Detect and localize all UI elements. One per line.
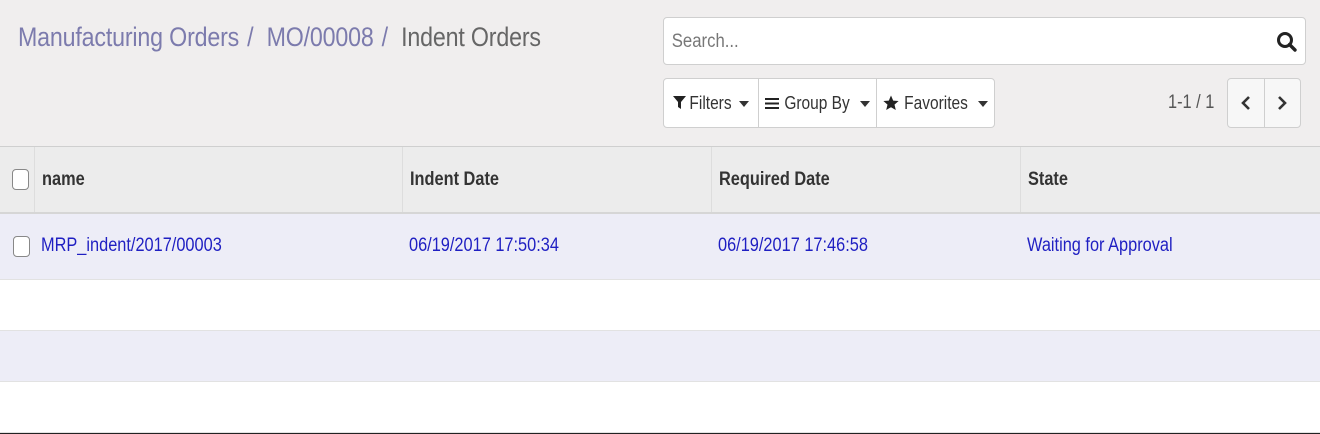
cell-required-date[interactable]: 06/19/2017 17:46:58: [711, 213, 1020, 280]
table-row[interactable]: MRP_indent/2017/00003 06/19/2017 17:50:3…: [0, 213, 1320, 280]
table-header-row: name Indent Date Required Date State: [0, 147, 1320, 214]
row-checkbox[interactable]: [12, 235, 30, 257]
pager-previous-button[interactable]: [1228, 79, 1265, 127]
chevron-down-icon: [739, 101, 749, 107]
column-header-required-date[interactable]: Required Date: [711, 147, 1021, 214]
breadcrumb-mo-record[interactable]: MO/00008: [267, 22, 374, 52]
chevron-down-icon: [859, 101, 870, 107]
filters-button[interactable]: Filters: [664, 79, 759, 127]
empty-table-row: [0, 279, 1320, 331]
breadcrumb-manufacturing-orders[interactable]: Manufacturing Orders: [18, 22, 239, 52]
breadcrumb-separator: /: [247, 22, 254, 52]
chevron-down-icon: [977, 101, 988, 107]
filters-label: Filters: [689, 92, 732, 113]
pager-buttons: [1227, 78, 1301, 128]
control-panel: Manufacturing Orders / MO/00008 / Indent…: [0, 0, 1320, 147]
search-icon[interactable]: [1275, 30, 1299, 54]
chevron-left-icon: [1240, 96, 1250, 110]
search-input[interactable]: [670, 26, 1193, 58]
breadcrumb: Manufacturing Orders / MO/00008 / Indent…: [18, 22, 541, 53]
pager-value[interactable]: 1-1 / 1: [1168, 92, 1214, 114]
empty-table-row: [0, 381, 1320, 433]
star-icon: [883, 95, 900, 110]
cell-state[interactable]: Waiting for Approval: [1020, 213, 1320, 280]
favorites-label: Favorites: [904, 92, 969, 113]
funnel-icon: [673, 96, 686, 109]
cell-indent-date[interactable]: 06/19/2017 17:50:34: [402, 213, 711, 280]
group-by-button[interactable]: Group By: [759, 79, 877, 127]
group-by-label: Group By: [784, 92, 851, 113]
indent-orders-table: name Indent Date Required Date State MRP…: [0, 147, 1320, 433]
column-header-indent-date[interactable]: Indent Date: [402, 147, 712, 214]
pager-next-button[interactable]: [1265, 79, 1301, 127]
breadcrumb-current: Indent Orders: [401, 22, 541, 52]
row-select-cell: [0, 213, 34, 280]
select-all-checkbox[interactable]: [12, 168, 30, 190]
list-view-page: Manufacturing Orders / MO/00008 / Indent…: [0, 0, 1320, 434]
empty-table-row: [0, 330, 1320, 382]
select-all-cell: [0, 147, 35, 214]
search-options: Filters Group By Favorites: [663, 78, 995, 128]
bars-icon: [765, 97, 780, 109]
chevron-right-icon: [1278, 96, 1288, 110]
favorites-button[interactable]: Favorites: [877, 79, 994, 127]
breadcrumb-separator: /: [381, 22, 388, 52]
column-header-name[interactable]: name: [34, 147, 403, 214]
cell-name[interactable]: MRP_indent/2017/00003: [34, 213, 402, 280]
column-header-state[interactable]: State: [1020, 147, 1320, 214]
search-bar: [663, 17, 1306, 65]
